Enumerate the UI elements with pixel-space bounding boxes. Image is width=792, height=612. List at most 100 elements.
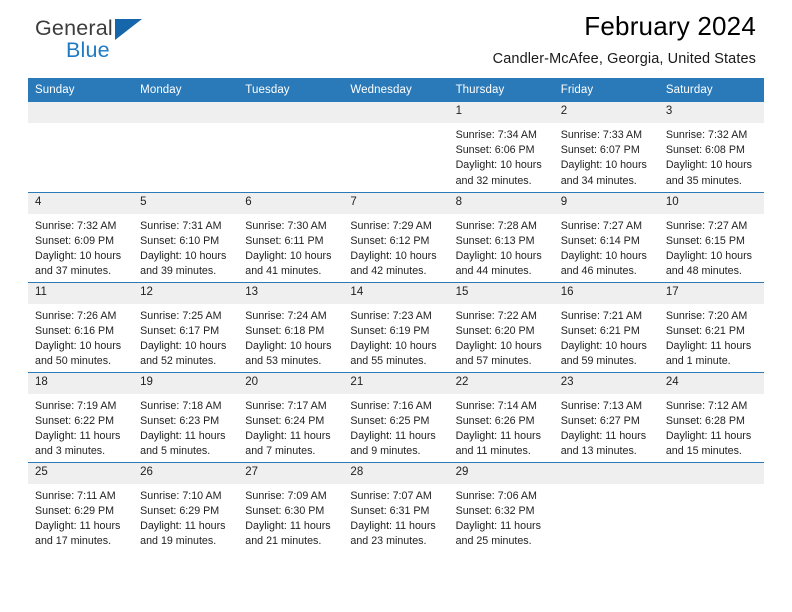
sunset-text: Sunset: 6:28 PM bbox=[665, 414, 745, 427]
day-details: Sunrise: 7:17 AM Sunset: 6:24 PM Daylight:… bbox=[238, 394, 343, 460]
title-block: February 2024 Candler-McAfee, Georgia, U… bbox=[492, 11, 756, 67]
daylight-text-line2: and 39 minutes. bbox=[140, 265, 217, 278]
daylight-text-line1: Daylight: 11 hours bbox=[140, 429, 226, 442]
sunset-text: Sunset: 6:21 PM bbox=[560, 324, 640, 337]
calendar-day-cell[interactable]: 15 Sunrise: 7:22 AM Sunset: 6:20 PM Dayligh… bbox=[448, 281, 554, 372]
calendar-day-cell[interactable]: 8 Sunrise: 7:28 AM Sunset: 6:13 PM Daylight… bbox=[448, 191, 554, 282]
calendar-day-cell-empty bbox=[658, 461, 764, 552]
sunset-text: Sunset: 6:10 PM bbox=[140, 234, 220, 247]
day-details: Sunrise: 7:19 AM Sunset: 6:22 PM Daylight:… bbox=[28, 394, 133, 460]
calendar-day-cell[interactable]: 23 Sunrise: 7:13 AM Sunset: 6:27 PM Dayligh… bbox=[553, 371, 659, 462]
day-details: Sunrise: 7:11 AM Sunset: 6:29 PM Daylight:… bbox=[28, 484, 133, 550]
page-subtitle: Candler-McAfee, Georgia, United States bbox=[492, 50, 756, 67]
sunrise-text: Sunrise: 7:14 AM bbox=[455, 399, 537, 412]
day-details: Sunrise: 7:34 AM Sunset: 6:06 PM Daylight:… bbox=[449, 123, 554, 189]
sunrise-text: Sunrise: 7:19 AM bbox=[35, 399, 117, 412]
calendar-header-row: Sunday Monday Tuesday Wednesday Thursday… bbox=[28, 78, 764, 102]
calendar-body: 1 Sunrise: 7:34 AM Sunset: 6:06 PM Daylight… bbox=[28, 102, 764, 552]
daylight-text-line2: and 42 minutes. bbox=[350, 265, 427, 278]
daylight-text-line2: and 48 minutes. bbox=[665, 265, 742, 278]
sunset-text: Sunset: 6:19 PM bbox=[350, 324, 430, 337]
weekday-header-monday: Monday bbox=[133, 78, 239, 102]
daylight-text-line2: and 15 minutes. bbox=[665, 445, 742, 458]
daylight-text-line2: and 21 minutes. bbox=[245, 535, 322, 548]
daylight-text-line2: and 1 minute. bbox=[665, 355, 731, 368]
calendar-week-row: 18 Sunrise: 7:19 AM Sunset: 6:22 PM Dayligh… bbox=[28, 371, 764, 462]
sunset-text: Sunset: 6:21 PM bbox=[665, 324, 745, 337]
logo-triangle-icon bbox=[115, 19, 142, 40]
daylight-text-line1: Daylight: 11 hours bbox=[455, 519, 541, 532]
calendar-day-cell-empty bbox=[343, 102, 449, 192]
calendar-day-cell[interactable]: 9 Sunrise: 7:27 AM Sunset: 6:14 PM Daylight… bbox=[553, 191, 659, 282]
calendar-day-cell[interactable]: 14 Sunrise: 7:23 AM Sunset: 6:19 PM Dayligh… bbox=[343, 281, 449, 372]
calendar-day-cell[interactable]: 19 Sunrise: 7:18 AM Sunset: 6:23 PM Dayligh… bbox=[133, 371, 239, 462]
sunset-text: Sunset: 6:16 PM bbox=[35, 324, 115, 337]
day-number: 23 bbox=[553, 372, 659, 394]
sunrise-text: Sunrise: 7:30 AM bbox=[245, 219, 327, 232]
calendar-day-cell[interactable]: 12 Sunrise: 7:25 AM Sunset: 6:17 PM Dayligh… bbox=[133, 281, 239, 372]
calendar-day-cell[interactable]: 25 Sunrise: 7:11 AM Sunset: 6:29 PM Dayligh… bbox=[28, 461, 134, 552]
calendar-day-cell[interactable]: 11 Sunrise: 7:26 AM Sunset: 6:16 PM Dayligh… bbox=[28, 281, 134, 372]
day-number: 16 bbox=[553, 282, 659, 304]
sunrise-text: Sunrise: 7:09 AM bbox=[245, 489, 327, 502]
sunrise-text: Sunrise: 7:06 AM bbox=[455, 489, 537, 502]
calendar-day-cell[interactable]: 4 Sunrise: 7:32 AM Sunset: 6:09 PM Daylight… bbox=[28, 191, 134, 282]
day-number: 7 bbox=[343, 192, 449, 214]
daylight-text-line1: Daylight: 10 hours bbox=[560, 159, 647, 172]
sunset-text: Sunset: 6:14 PM bbox=[560, 234, 640, 247]
sunrise-text: Sunrise: 7:07 AM bbox=[350, 489, 432, 502]
calendar-day-cell[interactable]: 1 Sunrise: 7:34 AM Sunset: 6:06 PM Daylight… bbox=[448, 102, 554, 192]
day-number: 13 bbox=[238, 282, 344, 304]
calendar-day-cell[interactable]: 17 Sunrise: 7:20 AM Sunset: 6:21 PM Dayligh… bbox=[658, 281, 764, 372]
page-header: General Blue February 2024 Candler-McAfe… bbox=[28, 0, 764, 78]
day-details: Sunrise: 7:25 AM Sunset: 6:17 PM Daylight:… bbox=[133, 304, 238, 370]
day-number: 9 bbox=[553, 192, 659, 214]
calendar-day-cell[interactable]: 18 Sunrise: 7:19 AM Sunset: 6:22 PM Dayligh… bbox=[28, 371, 134, 462]
daylight-text-line1: Daylight: 10 hours bbox=[350, 339, 437, 352]
daylight-text-line2: and 44 minutes. bbox=[455, 265, 532, 278]
calendar-day-cell[interactable]: 10 Sunrise: 7:27 AM Sunset: 6:15 PM Dayligh… bbox=[658, 191, 764, 282]
calendar-day-cell[interactable]: 29 Sunrise: 7:06 AM Sunset: 6:32 PM Dayligh… bbox=[448, 461, 554, 552]
daylight-text-line2: and 3 minutes. bbox=[35, 445, 106, 458]
general-blue-logo[interactable]: General Blue bbox=[35, 16, 215, 72]
calendar-day-cell[interactable]: 7 Sunrise: 7:29 AM Sunset: 6:12 PM Daylight… bbox=[343, 191, 449, 282]
day-number bbox=[28, 102, 134, 123]
daylight-text-line1: Daylight: 11 hours bbox=[35, 429, 121, 442]
daylight-text-line1: Daylight: 11 hours bbox=[350, 429, 436, 442]
daylight-text-line1: Daylight: 11 hours bbox=[665, 429, 752, 442]
daylight-text-line2: and 52 minutes. bbox=[140, 355, 217, 368]
calendar-day-cell[interactable]: 24 Sunrise: 7:12 AM Sunset: 6:28 PM Dayligh… bbox=[658, 371, 764, 462]
calendar-day-cell[interactable]: 6 Sunrise: 7:30 AM Sunset: 6:11 PM Daylight… bbox=[238, 191, 344, 282]
calendar-day-cell[interactable]: 21 Sunrise: 7:16 AM Sunset: 6:25 PM Dayligh… bbox=[343, 371, 449, 462]
daylight-text-line1: Daylight: 10 hours bbox=[35, 249, 122, 262]
calendar-day-cell[interactable]: 22 Sunrise: 7:14 AM Sunset: 6:26 PM Dayligh… bbox=[448, 371, 554, 462]
day-number: 29 bbox=[448, 462, 554, 484]
daylight-text-line2: and 7 minutes. bbox=[245, 445, 316, 458]
calendar-day-cell[interactable]: 2 Sunrise: 7:33 AM Sunset: 6:07 PM Daylight… bbox=[553, 102, 659, 192]
sunset-text: Sunset: 6:29 PM bbox=[35, 504, 115, 517]
sunset-text: Sunset: 6:31 PM bbox=[350, 504, 430, 517]
sunrise-text: Sunrise: 7:32 AM bbox=[35, 219, 117, 232]
day-number: 21 bbox=[343, 372, 449, 394]
calendar-week-row: 11 Sunrise: 7:26 AM Sunset: 6:16 PM Dayligh… bbox=[28, 281, 764, 372]
daylight-text-line2: and 53 minutes. bbox=[245, 355, 322, 368]
calendar-day-cell[interactable]: 13 Sunrise: 7:24 AM Sunset: 6:18 PM Dayligh… bbox=[238, 281, 344, 372]
day-number: 11 bbox=[28, 282, 134, 304]
day-details: Sunrise: 7:27 AM Sunset: 6:14 PM Daylight:… bbox=[554, 214, 659, 280]
calendar-week-row: 25 Sunrise: 7:11 AM Sunset: 6:29 PM Dayligh… bbox=[28, 461, 764, 552]
sunset-text: Sunset: 6:20 PM bbox=[455, 324, 535, 337]
daylight-text-line1: Daylight: 10 hours bbox=[455, 339, 542, 352]
calendar-day-cell[interactable]: 3 Sunrise: 7:32 AM Sunset: 6:08 PM Daylight… bbox=[658, 102, 764, 192]
day-number: 20 bbox=[238, 372, 344, 394]
calendar-day-cell[interactable]: 20 Sunrise: 7:17 AM Sunset: 6:24 PM Dayligh… bbox=[238, 371, 344, 462]
daylight-text-line1: Daylight: 11 hours bbox=[245, 429, 331, 442]
sunset-text: Sunset: 6:06 PM bbox=[455, 144, 535, 157]
calendar-day-cell[interactable]: 27 Sunrise: 7:09 AM Sunset: 6:30 PM Dayligh… bbox=[238, 461, 344, 552]
calendar-day-cell[interactable]: 28 Sunrise: 7:07 AM Sunset: 6:31 PM Dayligh… bbox=[343, 461, 449, 552]
calendar-day-cell[interactable]: 16 Sunrise: 7:21 AM Sunset: 6:21 PM Dayligh… bbox=[553, 281, 659, 372]
calendar-day-cell[interactable]: 5 Sunrise: 7:31 AM Sunset: 6:10 PM Daylight… bbox=[133, 191, 239, 282]
day-details: Sunrise: 7:09 AM Sunset: 6:30 PM Daylight:… bbox=[238, 484, 343, 550]
sunrise-text: Sunrise: 7:26 AM bbox=[35, 309, 117, 322]
daylight-text-line2: and 37 minutes. bbox=[35, 265, 112, 278]
calendar-day-cell[interactable]: 26 Sunrise: 7:10 AM Sunset: 6:29 PM Dayligh… bbox=[133, 461, 239, 552]
